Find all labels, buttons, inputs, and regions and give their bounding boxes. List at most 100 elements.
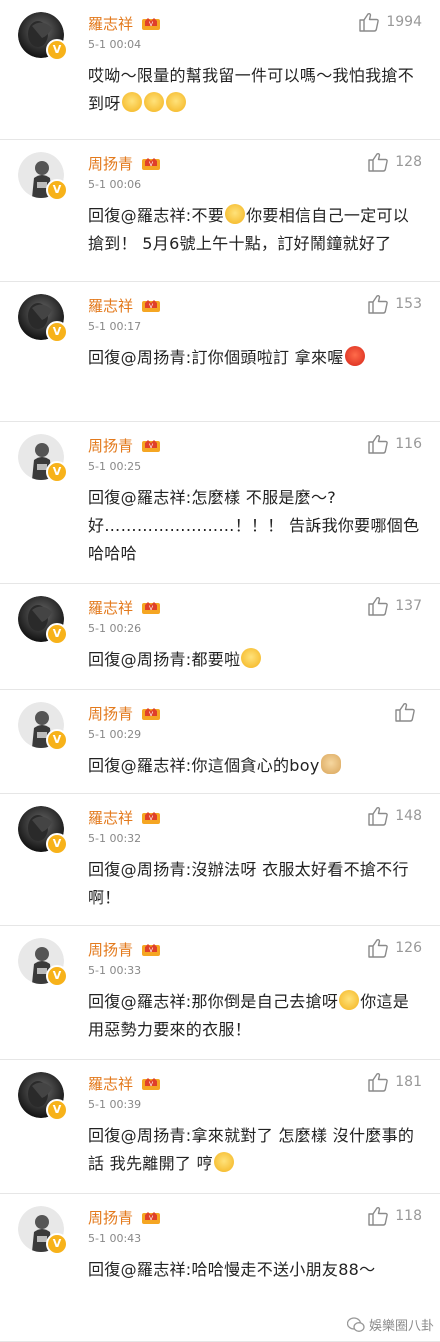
like-count: 126 <box>395 940 422 956</box>
like-button[interactable]: 116 <box>367 434 422 454</box>
comment-text: 回復@周扬青:訂你個頭啦訂 拿來喔 <box>88 344 422 372</box>
vip-crown-icon: V <box>142 1078 161 1090</box>
avatar[interactable]: V <box>18 702 68 751</box>
like-button[interactable]: 148 <box>367 806 422 826</box>
comment-text: 回復@羅志祥:那你倒是自己去搶呀 你這是用惡勢力要來的衣服！ <box>88 988 422 1044</box>
name-line: 羅志祥 V <box>88 1072 161 1094</box>
huff-icon <box>241 648 262 668</box>
user-name[interactable]: 周扬青 <box>88 435 133 456</box>
like-count: 181 <box>395 1074 422 1090</box>
scream-icon <box>143 92 164 112</box>
comment-text-segment: 回復@羅志祥:怎麼樣 不服是麼～?好……………………！！！ 告訴我你要哪個色 哈… <box>88 488 420 563</box>
avatar[interactable]: V <box>18 938 68 987</box>
name-line: 羅志祥 V <box>88 12 161 34</box>
like-button[interactable]: 137 <box>367 596 422 616</box>
huff-icon <box>213 1152 234 1172</box>
like-button[interactable] <box>394 702 422 722</box>
avatar[interactable]: V <box>18 434 68 483</box>
user-name[interactable]: 周扬青 <box>88 153 133 174</box>
name-line: 羅志祥 V <box>88 596 161 618</box>
vip-crown-icon: V <box>142 300 161 312</box>
comment-text-segment: 回復@羅志祥:不要 <box>88 206 225 225</box>
comment-item: V 羅志祥 V 5-1 00:32 148 回復@周扬青:沒辦法呀 衣服太好看不搶不行啊！ <box>0 794 440 926</box>
avatar[interactable]: V <box>18 1206 68 1255</box>
user-name[interactable]: 周扬青 <box>88 939 133 960</box>
comment-item: V 周扬青 V 5-1 00:06 128 回復@羅志祥:不要 你要相信自己一定可以搶到！ … <box>0 140 440 282</box>
like-count: 137 <box>395 598 422 614</box>
vip-crown-icon: V <box>142 944 161 956</box>
comment-item: V 羅志祥 V 5-1 00:04 1994 哎呦～限量的幫我留一件可以嗎～我怕我搶不到呀 <box>0 0 440 140</box>
user-name[interactable]: 周扬青 <box>88 1207 133 1228</box>
comment-text: 哎呦～限量的幫我留一件可以嗎～我怕我搶不到呀 <box>88 62 422 118</box>
thumbs-up-icon <box>368 434 389 454</box>
comment-time: 5-1 00:17 <box>88 320 142 333</box>
vip-crown-icon: V <box>142 18 161 30</box>
avatar[interactable]: V <box>18 596 68 645</box>
verified-badge-icon: V <box>46 321 68 343</box>
comment-item: V 羅志祥 V 5-1 00:26 137 回復@周扬青:都要啦 <box>0 584 440 690</box>
like-count: 118 <box>395 1208 422 1224</box>
avatar[interactable]: V <box>18 152 68 201</box>
scream-icon <box>121 92 142 112</box>
comment-text: 回復@羅志祥:怎麼樣 不服是麼～?好……………………！！！ 告訴我你要哪個色 哈… <box>88 484 422 568</box>
like-button[interactable]: 1994 <box>358 12 422 32</box>
comment-text-segment: 回復@羅志祥:哈哈慢走不送小朋友88～ <box>88 1260 376 1279</box>
user-name[interactable]: 羅志祥 <box>88 295 133 316</box>
watermark: 娛樂圈八卦 <box>346 1315 434 1334</box>
comment-text: 回復@周扬青:拿來就對了 怎麼樣 沒什麼事的話 我先離開了 哼 <box>88 1122 422 1178</box>
angry-icon <box>344 346 365 366</box>
thumbs-up-icon <box>368 294 389 314</box>
thumbs-up-icon <box>395 702 415 722</box>
scream-icon <box>165 92 186 112</box>
name-line: 周扬青 V <box>88 152 161 174</box>
user-name[interactable]: 羅志祥 <box>88 13 133 34</box>
like-button[interactable]: 153 <box>367 294 422 314</box>
like-button[interactable]: 118 <box>367 1206 422 1226</box>
comment-time: 5-1 00:43 <box>88 1232 142 1245</box>
like-count: 128 <box>395 154 422 170</box>
user-name[interactable]: 周扬青 <box>88 703 133 724</box>
comment-time: 5-1 00:04 <box>88 38 142 51</box>
thumbs-up-icon <box>368 1072 389 1092</box>
vip-crown-icon: V <box>142 602 161 614</box>
comment-time: 5-1 00:32 <box>88 832 142 845</box>
avatar[interactable]: V <box>18 12 68 61</box>
watermark-text: 娛樂圈八卦 <box>368 1319 434 1334</box>
verified-badge-icon: V <box>46 965 68 987</box>
name-line: 羅志祥 V <box>88 806 161 828</box>
like-count: 1994 <box>386 14 422 30</box>
user-name[interactable]: 羅志祥 <box>88 807 133 828</box>
comment-time: 5-1 00:06 <box>88 178 142 191</box>
like-button[interactable]: 126 <box>367 938 422 958</box>
verified-badge-icon: V <box>46 729 68 751</box>
user-name[interactable]: 羅志祥 <box>88 597 133 618</box>
comment-time: 5-1 00:26 <box>88 622 142 635</box>
comment-time: 5-1 00:33 <box>88 964 142 977</box>
verified-badge-icon: V <box>46 833 68 855</box>
verified-badge-icon: V <box>46 39 68 61</box>
laugh-icon <box>339 990 360 1010</box>
comment-text-segment: 回復@周扬青:訂你個頭啦訂 拿來喔 <box>88 348 344 367</box>
verified-badge-icon: V <box>46 179 68 201</box>
comment-item: V 羅志祥 V 5-1 00:39 181 回復@周扬青:拿來就對了 怎麼樣 沒什麼事的話… <box>0 1060 440 1194</box>
avatar[interactable]: V <box>18 294 68 343</box>
thumbs-up-icon <box>368 806 389 826</box>
comment-list: V 羅志祥 V 5-1 00:04 1994 哎呦～限量的幫我留一件可以嗎～我怕我搶不到呀… <box>0 0 440 1342</box>
avatar[interactable]: V <box>18 1072 68 1121</box>
comment-text-segment: 回復@羅志祥:你這個貪心的boy <box>88 756 320 775</box>
like-button[interactable]: 128 <box>367 152 422 172</box>
comment-time: 5-1 00:39 <box>88 1098 142 1111</box>
thumbs-up-icon <box>368 938 389 958</box>
like-button[interactable]: 181 <box>367 1072 422 1092</box>
name-line: 周扬青 V <box>88 1206 161 1228</box>
avatar[interactable]: V <box>18 806 68 855</box>
thumbs-up-icon <box>368 1206 389 1226</box>
comment-text: 回復@周扬青:沒辦法呀 衣服太好看不搶不行啊！ <box>88 856 422 912</box>
like-count: 148 <box>395 808 422 824</box>
comment-text-segment: 回復@周扬青:沒辦法呀 衣服太好看不搶不行啊！ <box>88 860 409 907</box>
name-line: 周扬青 V <box>88 434 161 456</box>
wechat-icon <box>346 1316 365 1332</box>
verified-badge-icon: V <box>46 1233 68 1255</box>
thumbs-up-icon <box>368 596 389 616</box>
user-name[interactable]: 羅志祥 <box>88 1073 133 1094</box>
